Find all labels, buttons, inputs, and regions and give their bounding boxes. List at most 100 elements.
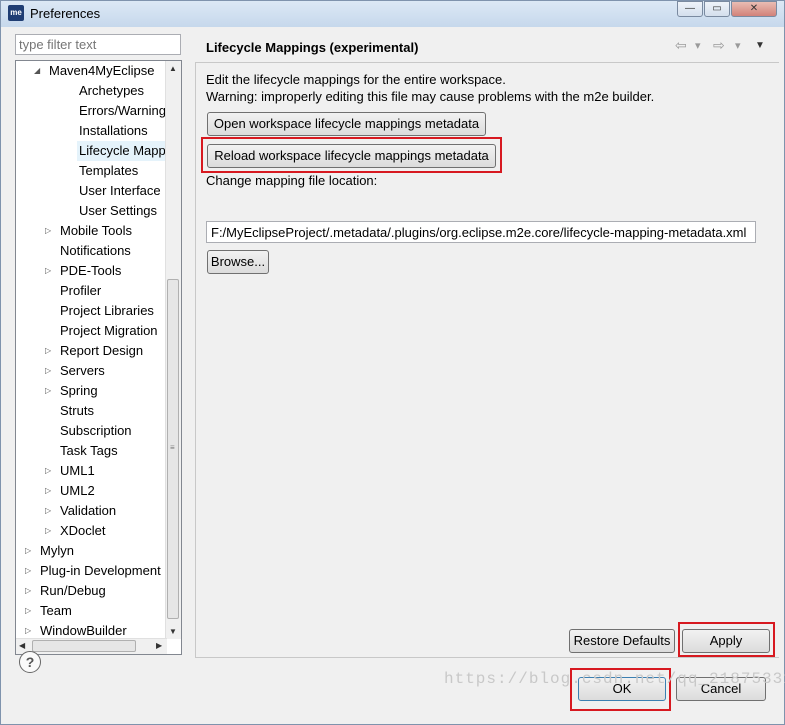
scroll-down-arrow-icon[interactable]: ▼ — [169, 627, 177, 636]
description-line-1: Edit the lifecycle mappings for the enti… — [206, 72, 506, 87]
preferences-tree: ◢ Maven4MyEclipse Archetypes Errors/Warning… — [15, 60, 182, 655]
tree-item-label: Spring — [60, 383, 98, 398]
browse-button[interactable]: Browse... — [207, 250, 269, 274]
collapsed-twisty-icon[interactable]: ▷ — [45, 221, 51, 241]
close-button[interactable]: ✕ — [731, 1, 777, 17]
expanded-twisty-icon[interactable]: ◢ — [34, 61, 40, 81]
tree-item[interactable]: Notifications — [16, 241, 167, 261]
collapsed-twisty-icon[interactable]: ▷ — [45, 341, 51, 361]
tree-horizontal-scroll-thumb[interactable] — [32, 640, 136, 652]
tree-item[interactable]: User Settings — [16, 201, 167, 221]
tree-item-label: Servers — [60, 363, 105, 378]
window-title: Preferences — [30, 6, 101, 21]
mapping-file-location-input[interactable] — [206, 221, 756, 243]
tree-item[interactable]: ▷ PDE-Tools — [16, 261, 167, 281]
tree-item-label: Struts — [60, 403, 94, 418]
collapsed-twisty-icon[interactable]: ▷ — [25, 581, 31, 601]
tree-item-label: User Settings — [79, 203, 158, 218]
collapsed-twisty-icon[interactable]: ▷ — [45, 481, 51, 501]
scroll-left-arrow-icon[interactable]: ◀ — [19, 641, 25, 650]
tree-item-label: Errors/Warnings — [79, 103, 173, 118]
maximize-button[interactable]: ▭ — [704, 1, 730, 17]
tree-horizontal-scrollbar[interactable]: ◀ ▶ — [16, 638, 167, 654]
tree-item-label: PDE-Tools — [60, 263, 122, 278]
tree-item[interactable]: ◢ Maven4MyEclipse — [16, 61, 167, 81]
tree-item[interactable]: Struts — [16, 401, 167, 421]
tree-item[interactable]: Subscription — [16, 421, 167, 441]
tree-item-label: Report Design — [60, 343, 144, 358]
restore-defaults-button[interactable]: Restore Defaults — [569, 629, 675, 653]
collapsed-twisty-icon[interactable]: ▷ — [45, 521, 51, 541]
page-header: Lifecycle Mappings (experimental) ⇦ ▾ ⇨ … — [195, 27, 778, 63]
location-label: Change mapping file location: — [206, 173, 378, 188]
title-bar[interactable]: me Preferences — ▭ ✕ — [1, 1, 784, 27]
tree-item-label: Project Libraries — [60, 303, 154, 318]
collapsed-twisty-icon[interactable]: ▷ — [25, 541, 31, 561]
collapsed-twisty-icon[interactable]: ▷ — [45, 381, 51, 401]
tree-item-label: UML2 — [60, 483, 95, 498]
tree-item-label: Project Migration — [60, 323, 158, 338]
tree-item[interactable]: Lifecycle Mappings — [16, 141, 181, 161]
tree-item[interactable]: Templates — [16, 161, 167, 181]
tree-item[interactable]: ▷ Team — [16, 601, 167, 621]
collapsed-twisty-icon[interactable]: ▷ — [25, 561, 31, 581]
reload-metadata-button[interactable]: Reload workspace lifecycle mappings meta… — [207, 144, 496, 168]
back-history-dropdown-icon[interactable]: ▾ — [695, 39, 701, 52]
page-title: Lifecycle Mappings (experimental) — [206, 40, 419, 55]
apply-button[interactable]: Apply — [682, 629, 770, 653]
tree-item-label: UML1 — [60, 463, 95, 478]
tree-item[interactable]: Errors/Warnings — [16, 101, 172, 121]
tree-item-label: Installations — [79, 123, 148, 138]
collapsed-twisty-icon[interactable]: ▷ — [45, 501, 51, 521]
help-icon[interactable]: ? — [19, 651, 41, 673]
forward-arrow-icon[interactable]: ⇨ — [713, 37, 725, 54]
watermark-text: https://blog.csdn.net/qq_21875331 — [444, 670, 785, 688]
tree-item[interactable]: Profiler — [16, 281, 167, 301]
tree-item-label: Mobile Tools — [60, 223, 133, 238]
tree-item-label: User Interface — [79, 183, 161, 198]
tree-item[interactable]: ▷ XDoclet — [16, 521, 167, 541]
tree-item[interactable]: Installations — [16, 121, 167, 141]
tree-item[interactable]: Archetypes — [16, 81, 167, 101]
tree-item[interactable]: Project Migration — [16, 321, 167, 341]
tree-item[interactable]: Project Libraries — [16, 301, 167, 321]
collapsed-twisty-icon[interactable]: ▷ — [25, 601, 31, 621]
tree-item[interactable]: User Interface — [16, 181, 167, 201]
view-menu-icon[interactable]: ▼ — [755, 40, 765, 51]
tree-item-label: Notifications — [60, 243, 131, 258]
forward-history-dropdown-icon[interactable]: ▾ — [735, 39, 741, 52]
tree-item[interactable]: ▷ Spring — [16, 381, 167, 401]
tree-item[interactable]: ▷ Servers — [16, 361, 167, 381]
collapsed-twisty-icon[interactable]: ▷ — [45, 261, 51, 281]
tree-vertical-scroll-thumb[interactable]: ≡ — [167, 279, 179, 619]
tree-item-label: Plug-in Development — [40, 563, 161, 578]
tree-item[interactable]: ▷ UML1 — [16, 461, 167, 481]
filter-input[interactable] — [15, 34, 181, 55]
tree-item-label: Run/Debug — [40, 583, 106, 598]
tree-item[interactable]: ▷ Run/Debug — [16, 581, 167, 601]
tree-vertical-scrollbar[interactable]: ▲ ≡ ▼ — [165, 61, 181, 639]
tree-item-label: Team — [40, 603, 72, 618]
minimize-button[interactable]: — — [677, 1, 703, 17]
collapsed-twisty-icon[interactable]: ▷ — [45, 461, 51, 481]
tree-item[interactable]: ▷ Mobile Tools — [16, 221, 167, 241]
tree-item-label: Subscription — [60, 423, 132, 438]
back-arrow-icon[interactable]: ⇦ — [675, 37, 687, 54]
tree-item-label: XDoclet — [60, 523, 106, 538]
collapsed-twisty-icon[interactable]: ▷ — [45, 361, 51, 381]
tree-item[interactable]: ▷ Mylyn — [16, 541, 167, 561]
tree-item[interactable]: ▷ UML2 — [16, 481, 167, 501]
tree-item-label: Mylyn — [40, 543, 74, 558]
scroll-right-arrow-icon[interactable]: ▶ — [156, 641, 162, 650]
description-line-2: Warning: improperly editing this file ma… — [206, 89, 655, 104]
tree-item-label: Profiler — [60, 283, 102, 298]
scroll-up-arrow-icon[interactable]: ▲ — [169, 64, 177, 73]
preferences-window: me Preferences — ▭ ✕ ◢ Maven4MyEclipse Arc… — [0, 0, 785, 725]
open-metadata-button[interactable]: Open workspace lifecycle mappings metada… — [207, 112, 486, 136]
tree-item[interactable]: ▷ Validation — [16, 501, 167, 521]
tree-item[interactable]: ▷ Plug-in Development — [16, 561, 167, 581]
myeclipse-app-icon: me — [8, 5, 24, 21]
tree-item[interactable]: Task Tags — [16, 441, 167, 461]
tree-item[interactable]: ▷ Report Design — [16, 341, 167, 361]
page-content: Edit the lifecycle mappings for the enti… — [195, 62, 779, 658]
